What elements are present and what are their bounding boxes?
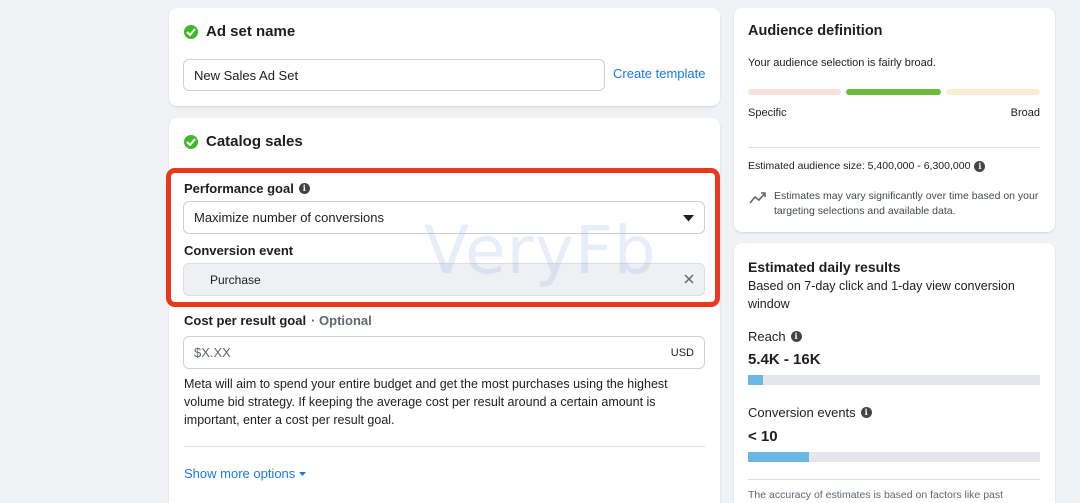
conversions-label-text: Conversion events (748, 405, 856, 420)
cost-goal-label: Cost per result goal · Optional (184, 313, 372, 328)
audience-selection-text: Your audience selection is fairly broad. (748, 57, 936, 69)
meter-active-segment (846, 89, 941, 95)
meter-specific-label: Specific (748, 107, 787, 119)
create-template-link[interactable]: Create template (613, 66, 706, 81)
conversions-bar-fill (748, 452, 810, 462)
reach-label: Reach i (748, 329, 802, 344)
audience-title: Audience definition (748, 23, 883, 39)
meter-broad-label: Broad (1010, 107, 1040, 119)
cost-goal-placeholder: $X.XX (194, 345, 231, 360)
show-more-options[interactable]: Show more options (184, 464, 307, 482)
conversions-value: < 10 (748, 428, 778, 445)
info-icon[interactable]: i (974, 160, 986, 172)
audience-size-text: Estimated audience size: 5,400,000 - 6,3… (748, 160, 971, 172)
currency-label: USD (670, 346, 694, 359)
conversions-bar (748, 452, 1040, 462)
check-icon (184, 134, 198, 149)
caret-down-icon (299, 464, 307, 482)
divider (748, 479, 1040, 480)
adset-name-input[interactable]: New Sales Ad Set (183, 59, 605, 91)
daily-results-title: Estimated daily results (748, 259, 901, 275)
audience-size: Estimated audience size: 5,400,000 - 6,3… (748, 160, 986, 172)
reach-bar (748, 375, 1040, 385)
meter-broad-segment (946, 89, 1040, 95)
daily-results-subtitle: Based on 7-day click and 1-day view conv… (748, 279, 1015, 311)
adset-name-value: New Sales Ad Set (194, 67, 299, 83)
divider (184, 446, 705, 447)
reach-label-text: Reach (748, 329, 786, 344)
adset-name-title: Ad set name (206, 23, 296, 40)
adset-name-card: Ad set name New Sales Ad Set Create temp… (169, 8, 720, 106)
info-icon[interactable]: i (790, 331, 802, 342)
accuracy-note: The accuracy of estimates is based on fa… (748, 489, 1004, 501)
info-icon[interactable]: i (860, 407, 872, 418)
bid-strategy-description: Meta will aim to spend your entire budge… (184, 377, 668, 427)
daily-results-card: Estimated daily results Based on 7-day c… (734, 243, 1055, 503)
meter-specific-segment (748, 89, 841, 95)
cost-goal-optional: · Optional (311, 313, 372, 328)
estimates-note: Estimates may vary significantly over ti… (774, 190, 1039, 217)
audience-definition-card: Audience definition Your audience select… (734, 8, 1055, 232)
highlight-frame (166, 168, 720, 307)
divider (748, 147, 1040, 148)
reach-bar-fill (748, 375, 763, 385)
audience-meter (748, 89, 1040, 95)
conversions-label: Conversion events i (748, 405, 872, 420)
catalog-sales-title: Catalog sales (206, 133, 303, 150)
reach-value: 5.4K - 16K (748, 351, 821, 368)
cost-goal-text: Cost per result goal (184, 313, 307, 328)
adset-name-heading: Ad set name (184, 23, 295, 40)
show-more-label: Show more options (184, 465, 296, 481)
check-icon (184, 24, 198, 39)
cost-goal-input[interactable]: $X.XX USD (183, 336, 705, 369)
catalog-sales-heading: Catalog sales (184, 133, 303, 150)
trend-icon (749, 191, 767, 210)
